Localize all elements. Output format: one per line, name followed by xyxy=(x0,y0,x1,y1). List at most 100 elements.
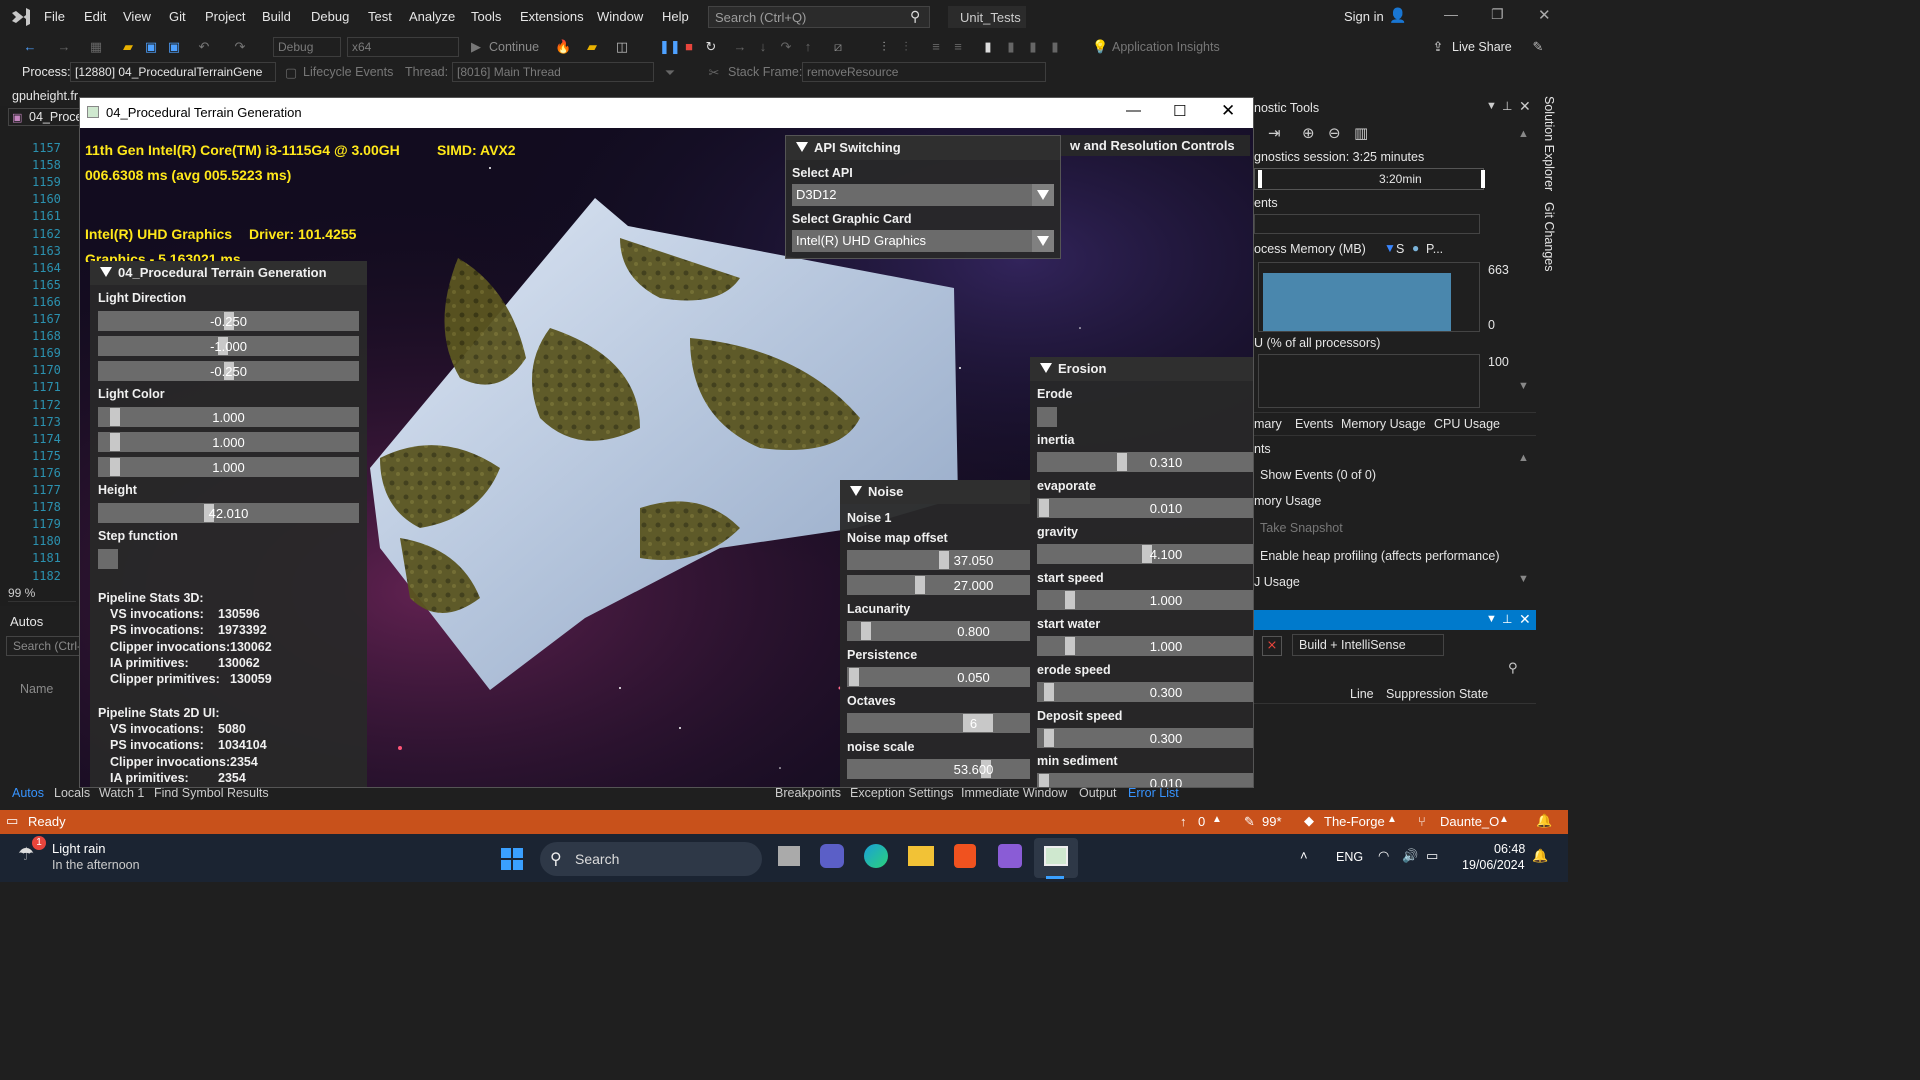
pin-icon[interactable]: ⊥ xyxy=(1502,99,1512,113)
select-api-combo[interactable]: D3D12 xyxy=(792,184,1054,206)
save-all-icon[interactable]: ▣ xyxy=(166,39,182,55)
tab-find-symbol-results[interactable]: Find Symbol Results xyxy=(154,786,269,800)
next-bookmark-icon[interactable]: ▮ xyxy=(1025,39,1041,55)
tab-memory-usage[interactable]: Memory Usage xyxy=(1341,417,1426,431)
threads-icon[interactable]: ⫶ xyxy=(876,39,892,55)
volume-icon[interactable]: 🔊 xyxy=(1402,848,1418,864)
menu-git[interactable]: Git xyxy=(169,9,186,24)
tab-breakpoints[interactable]: Breakpoints xyxy=(775,786,841,800)
error-search-icon[interactable]: ⚲ xyxy=(1508,660,1518,676)
weather-title[interactable]: Light rain xyxy=(52,841,105,856)
zoom-in-icon[interactable]: ⊕ xyxy=(1302,124,1315,142)
enable-heap-profiling-checkbox[interactable]: Enable heap profiling (affects performan… xyxy=(1260,549,1500,563)
sign-in-link[interactable]: Sign in xyxy=(1344,9,1384,24)
deposit-speed-slider[interactable]: 0.300 xyxy=(1037,728,1253,748)
battery-icon[interactable]: ▭ xyxy=(1426,848,1438,864)
prev-bookmark-icon[interactable]: ▮ xyxy=(1003,39,1019,55)
push-up-icon[interactable]: ↑ xyxy=(1180,814,1187,829)
tab-locals[interactable]: Locals xyxy=(54,786,90,800)
tab-summary[interactable]: mary xyxy=(1254,417,1282,431)
light-direction-x-slider[interactable]: -0.250 xyxy=(98,311,359,331)
clock-time[interactable]: 06:48 xyxy=(1494,842,1525,856)
erode-checkbox[interactable] xyxy=(1037,407,1057,427)
menu-project[interactable]: Project xyxy=(205,9,245,24)
light-direction-z-slider[interactable]: -0.250 xyxy=(98,361,359,381)
save-icon[interactable]: ▣ xyxy=(143,39,159,55)
platform-combo[interactable]: x64 xyxy=(347,37,459,57)
process-combo[interactable]: [12880] 04_ProceduralTerrainGene xyxy=(70,62,276,82)
close-button[interactable]: ✕ xyxy=(1538,6,1551,24)
task-view-icon[interactable] xyxy=(778,846,800,866)
start-water-slider[interactable]: 1.000 xyxy=(1037,636,1253,656)
terrain-app-taskbar-icon[interactable] xyxy=(1044,846,1068,866)
clock-date[interactable]: 19/06/2024 xyxy=(1462,858,1525,872)
continue-button[interactable]: Continue xyxy=(489,40,539,54)
stop-icon[interactable]: ■ xyxy=(681,39,697,55)
branch-icon[interactable]: ⑂ xyxy=(1418,814,1426,829)
outgoing-dropdown-icon[interactable]: ▲ xyxy=(1212,814,1222,825)
back-icon[interactable]: ← xyxy=(22,39,38,55)
chevron-down-icon[interactable] xyxy=(1032,230,1054,252)
noise-offset-y-slider[interactable]: 27.000 xyxy=(847,575,1030,595)
filter-icon[interactable]: ⏷ xyxy=(662,65,678,81)
browse-icon[interactable]: ▰ xyxy=(584,39,600,55)
gravity-slider[interactable]: 4.100 xyxy=(1037,544,1253,564)
scroll-up-icon[interactable]: ▲ xyxy=(1518,128,1529,140)
show-next-statement-icon[interactable]: → xyxy=(732,39,748,55)
teams-icon[interactable] xyxy=(820,844,844,868)
tab-watch-1[interactable]: Watch 1 xyxy=(99,786,144,800)
close-panel-icon[interactable]: ✕ xyxy=(1519,98,1531,115)
clear-bookmarks-icon[interactable]: ▮ xyxy=(1047,39,1063,55)
redo-icon[interactable]: ↷ xyxy=(232,39,248,55)
slider-grab[interactable] xyxy=(1065,637,1075,655)
undo-icon[interactable]: ↶ xyxy=(196,39,212,55)
menu-analyze[interactable]: Analyze xyxy=(409,9,455,24)
col-suppression-state[interactable]: Suppression State xyxy=(1386,687,1488,701)
chevron-down-icon[interactable] xyxy=(1032,184,1054,206)
inertia-slider[interactable]: 0.310 xyxy=(1037,452,1253,472)
visual-studio-icon[interactable] xyxy=(998,844,1022,868)
app-close-button[interactable]: ✕ xyxy=(1221,101,1235,121)
select-card-combo[interactable]: Intel(R) UHD Graphics xyxy=(792,230,1054,252)
live-share-button[interactable]: Live Share xyxy=(1452,40,1512,54)
hot-reload-icon[interactable]: 🔥 xyxy=(555,39,571,55)
windows-start-icon[interactable] xyxy=(500,847,524,871)
clear-filter-icon[interactable]: ⨯ xyxy=(1262,636,1282,656)
app-maximize-button[interactable]: ☐ xyxy=(1173,102,1186,120)
menu-tools[interactable]: Tools xyxy=(471,9,501,24)
repo-icon[interactable]: ◆ xyxy=(1304,813,1314,829)
step-function-checkbox[interactable] xyxy=(98,549,118,569)
start-speed-slider[interactable]: 1.000 xyxy=(1037,590,1253,610)
slider-grab[interactable] xyxy=(1065,591,1075,609)
show-events-link[interactable]: Show Events (0 of 0) xyxy=(1260,468,1376,482)
error-list-dropdown-icon[interactable]: ▼ xyxy=(1486,613,1497,625)
step-into-icon[interactable]: ↓ xyxy=(755,39,771,55)
stack-frame-combo[interactable]: removeResource xyxy=(802,62,1046,82)
zoom-out-icon[interactable]: ⊖ xyxy=(1328,124,1341,142)
lacunarity-slider[interactable]: 0.800 xyxy=(847,621,1030,641)
minimize-button[interactable]: — xyxy=(1444,6,1458,22)
branch-name[interactable]: Daunte_O xyxy=(1440,814,1499,829)
slider-grab[interactable] xyxy=(1039,499,1049,517)
light-color-g-slider[interactable]: 1.000 xyxy=(98,432,359,452)
light-color-r-slider[interactable]: 1.000 xyxy=(98,407,359,427)
tab-autos[interactable]: Autos xyxy=(12,786,44,800)
pause-icon[interactable]: ❚❚ xyxy=(659,39,681,55)
editor-file-tab[interactable]: gpuheight.fr xyxy=(0,86,80,106)
restore-button[interactable]: ❐ xyxy=(1491,6,1504,23)
app-insights-icon[interactable]: 💡 xyxy=(1092,39,1108,55)
noise-offset-x-slider[interactable]: 37.050 xyxy=(847,550,1030,570)
wifi-icon[interactable]: ◠ xyxy=(1378,848,1389,864)
tab-immediate-window[interactable]: Immediate Window xyxy=(961,786,1067,800)
repo-dropdown-icon[interactable]: ▲ xyxy=(1387,814,1397,825)
app-insights-button[interactable]: Application Insights xyxy=(1112,40,1220,54)
error-source-combo[interactable]: Build + IntelliSense xyxy=(1292,634,1444,656)
export-icon[interactable]: ⇥ xyxy=(1268,124,1281,142)
slider-grab[interactable] xyxy=(849,668,859,686)
continue-icon[interactable]: ▶ xyxy=(468,39,484,55)
dropdown-icon[interactable]: ▼ xyxy=(1486,100,1497,112)
restart-icon[interactable]: ↻ xyxy=(703,39,719,55)
slider-grab[interactable] xyxy=(861,622,871,640)
take-snapshot-button[interactable]: Take Snapshot xyxy=(1260,521,1343,535)
autos-search-input[interactable]: Search (Ctrl- xyxy=(6,636,80,656)
